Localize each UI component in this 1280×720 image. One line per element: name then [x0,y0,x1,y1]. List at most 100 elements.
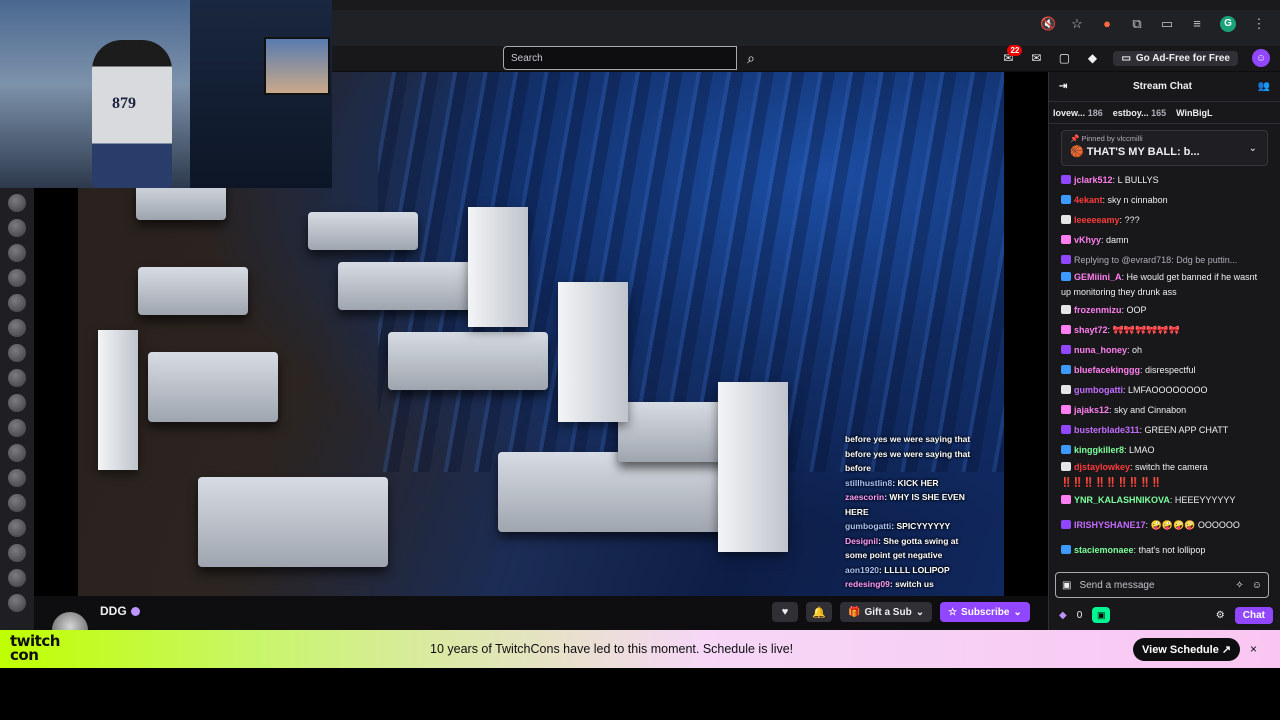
chat-message[interactable]: vKhyy: damn [1061,230,1268,250]
chat-reply-context[interactable]: Replying to @evrard718: Ddg be puttin... [1061,250,1268,270]
chat-message[interactable]: djstaylowkey: switch the camera ‼️‼️‼️‼️… [1061,460,1268,490]
chat-username[interactable]: nuna_honey [1074,345,1127,355]
sidebar-channel-avatar[interactable] [8,269,26,287]
chat-badge-icon[interactable] [1061,234,1071,244]
channel-name[interactable]: DDG [100,604,140,618]
sidebar-channel-avatar[interactable] [8,419,26,437]
chat-badge-icon[interactable] [1061,494,1071,504]
chat-message[interactable]: GEMiiini_A: He would get banned if he wa… [1061,270,1268,300]
chat-badge-icon[interactable] [1061,304,1071,314]
sidebar-channel-avatar[interactable] [8,444,26,462]
user-avatar[interactable]: ☺ [1252,49,1270,67]
channel-points-icon[interactable]: ▣ [1092,607,1111,623]
chat-message[interactable]: jclark512: L BULLYS [1061,170,1268,190]
go-adfree-button[interactable]: ▭ Go Ad-Free for Free [1113,50,1238,66]
sidebar-channel-avatar[interactable] [8,569,26,587]
chat-message[interactable]: IRISHYSHANE17: 🤪🤪🤪🤪 OOOOOO [1061,510,1268,540]
chat-badge-icon[interactable] [1061,194,1071,204]
chat-username[interactable]: leeeeeamy [1074,215,1120,225]
chat-username[interactable]: gumbogatti [1074,385,1123,395]
chat-badge-icon[interactable] [1061,404,1071,414]
chat-message[interactable]: gumbogatti: LMFAOOOOOOOO [1061,380,1268,400]
sidebar-channel-avatar[interactable] [8,394,26,412]
chat-username[interactable]: jclark512 [1074,175,1113,185]
bits-balance-icon[interactable]: ◆ [1059,610,1067,621]
extension-icon[interactable]: ● [1100,17,1114,31]
chat-message[interactable]: staciemonaee: that's not lollipop [1061,540,1268,560]
sidebar-channel-avatar[interactable] [8,319,26,337]
sidebar-channel-avatar[interactable] [8,594,26,612]
chat-username[interactable]: GEMiiini_A [1074,272,1122,282]
sidebar-channel-avatar[interactable] [8,519,26,537]
chat-send-button[interactable]: Chat [1234,606,1273,624]
sidebar-channel-avatar[interactable] [8,369,26,387]
notifications-icon[interactable]: ✉ 22 [1001,45,1023,65]
chat-message-input[interactable] [1079,579,1228,591]
sidebar-channel-avatar[interactable] [8,244,26,262]
chat-message[interactable]: 4ekant: sky n cinnabon [1061,190,1268,210]
leaderboard-entry[interactable]: lovew... 186 [1053,108,1103,118]
chat-username[interactable]: vKhyy [1074,235,1101,245]
sidebar-channel-avatar[interactable] [8,219,26,237]
gift-sub-button[interactable]: 🎁 Gift a Sub ⌄ [840,602,933,622]
chat-badge-icon[interactable] [1061,462,1071,471]
chat-username[interactable]: Replying to @evrard718: Ddg be puttin... [1074,255,1237,265]
side-panel-icon[interactable]: ▭ [1160,17,1174,31]
chat-message[interactable]: leeeeeamy: ??? [1061,210,1268,230]
crown-icon[interactable]: ◆ [1085,51,1099,65]
sidebar-channel-avatar[interactable] [8,194,26,212]
bits-icon[interactable]: ✧ [1235,580,1243,591]
sidebar-channel-avatar[interactable] [8,494,26,512]
chat-badge-icon[interactable] [1061,344,1071,354]
leaderboard-entry[interactable]: WinBigL [1176,108,1212,118]
bookmark-star-icon[interactable]: ☆ [1070,17,1084,31]
mute-tab-icon[interactable]: 🔇 [1040,17,1056,31]
chat-badge-icon[interactable] [1061,544,1071,554]
extensions-puzzle-icon[interactable]: ⧉ [1130,17,1144,31]
chat-badge-icon[interactable] [1061,174,1071,184]
chat-message[interactable]: jajaks12: sky and Cinnabon [1061,400,1268,420]
browser-profile-avatar[interactable]: G [1220,16,1236,32]
view-schedule-button[interactable]: View Schedule ↗ [1133,638,1241,661]
community-icon[interactable]: 👥 [1258,81,1270,92]
leaderboard-entry[interactable]: estboy... 165 [1113,108,1166,118]
chat-username[interactable]: YNR_KALASHNIKOVA [1074,495,1170,505]
chat-username[interactable]: staciemonaee [1074,545,1134,555]
search-input[interactable] [503,46,737,70]
chat-badge-icon[interactable] [1061,324,1071,334]
chat-username[interactable]: jajaks12 [1074,405,1109,415]
chat-badge-icon[interactable] [1061,214,1071,224]
chat-badge-icon[interactable] [1061,384,1071,394]
chat-badge-icon[interactable] [1061,272,1071,281]
chat-badge-icon[interactable] [1061,364,1071,374]
subscribe-button[interactable]: ☆ Subscribe ⌄ [940,602,1030,622]
chat-message[interactable]: busterblade311: GREEN APP CHATT [1061,420,1268,440]
chat-username[interactable]: shayt72 [1074,325,1108,335]
chat-badge-icon[interactable] [1061,424,1071,434]
browser-menu-icon[interactable]: ⋮ [1252,17,1266,31]
emote-picker-icon[interactable]: ☺ [1252,580,1262,591]
collapse-chat-icon[interactable]: ⇥ [1059,81,1067,92]
chat-message[interactable]: YNR_KALASHNIKOVA: HEEEYYYYYY [1061,490,1268,510]
chat-message[interactable]: shayt72: 🎀🎀🎀🎀🎀🎀 [1061,320,1268,340]
media-controls-icon[interactable]: ≡ [1190,17,1204,31]
whispers-icon[interactable]: ▢ [1057,51,1071,65]
notification-bell-button[interactable]: 🔔 [806,602,832,622]
follow-heart-button[interactable]: ♥ [772,602,798,622]
chat-message[interactable]: bluefacekinggg: disrespectful [1061,360,1268,380]
search-button[interactable]: ⌕ [737,46,765,70]
chat-badge-icon[interactable] [1061,519,1071,529]
chat-message[interactable]: nuna_honey: oh [1061,340,1268,360]
chat-username[interactable]: frozenmizu [1074,305,1122,315]
chat-username[interactable]: bluefacekinggg [1074,365,1140,375]
sidebar-channel-avatar[interactable] [8,344,26,362]
sidebar-channel-avatar[interactable] [8,469,26,487]
pinned-message[interactable]: 📌 Pinned by vlccmilli 🏀 THAT'S MY BALL: … [1061,130,1268,166]
chat-username[interactable]: busterblade311 [1074,425,1140,435]
sidebar-channel-avatar[interactable] [8,544,26,562]
chat-username[interactable]: kinggkiller8 [1074,445,1124,455]
inbox-icon[interactable]: ✉ [1029,51,1043,65]
expand-pinned-icon[interactable]: ⌄ [1249,143,1257,154]
chat-username[interactable]: IRISHYSHANE17 [1074,520,1146,530]
chat-username[interactable]: 4ekant [1074,195,1103,205]
